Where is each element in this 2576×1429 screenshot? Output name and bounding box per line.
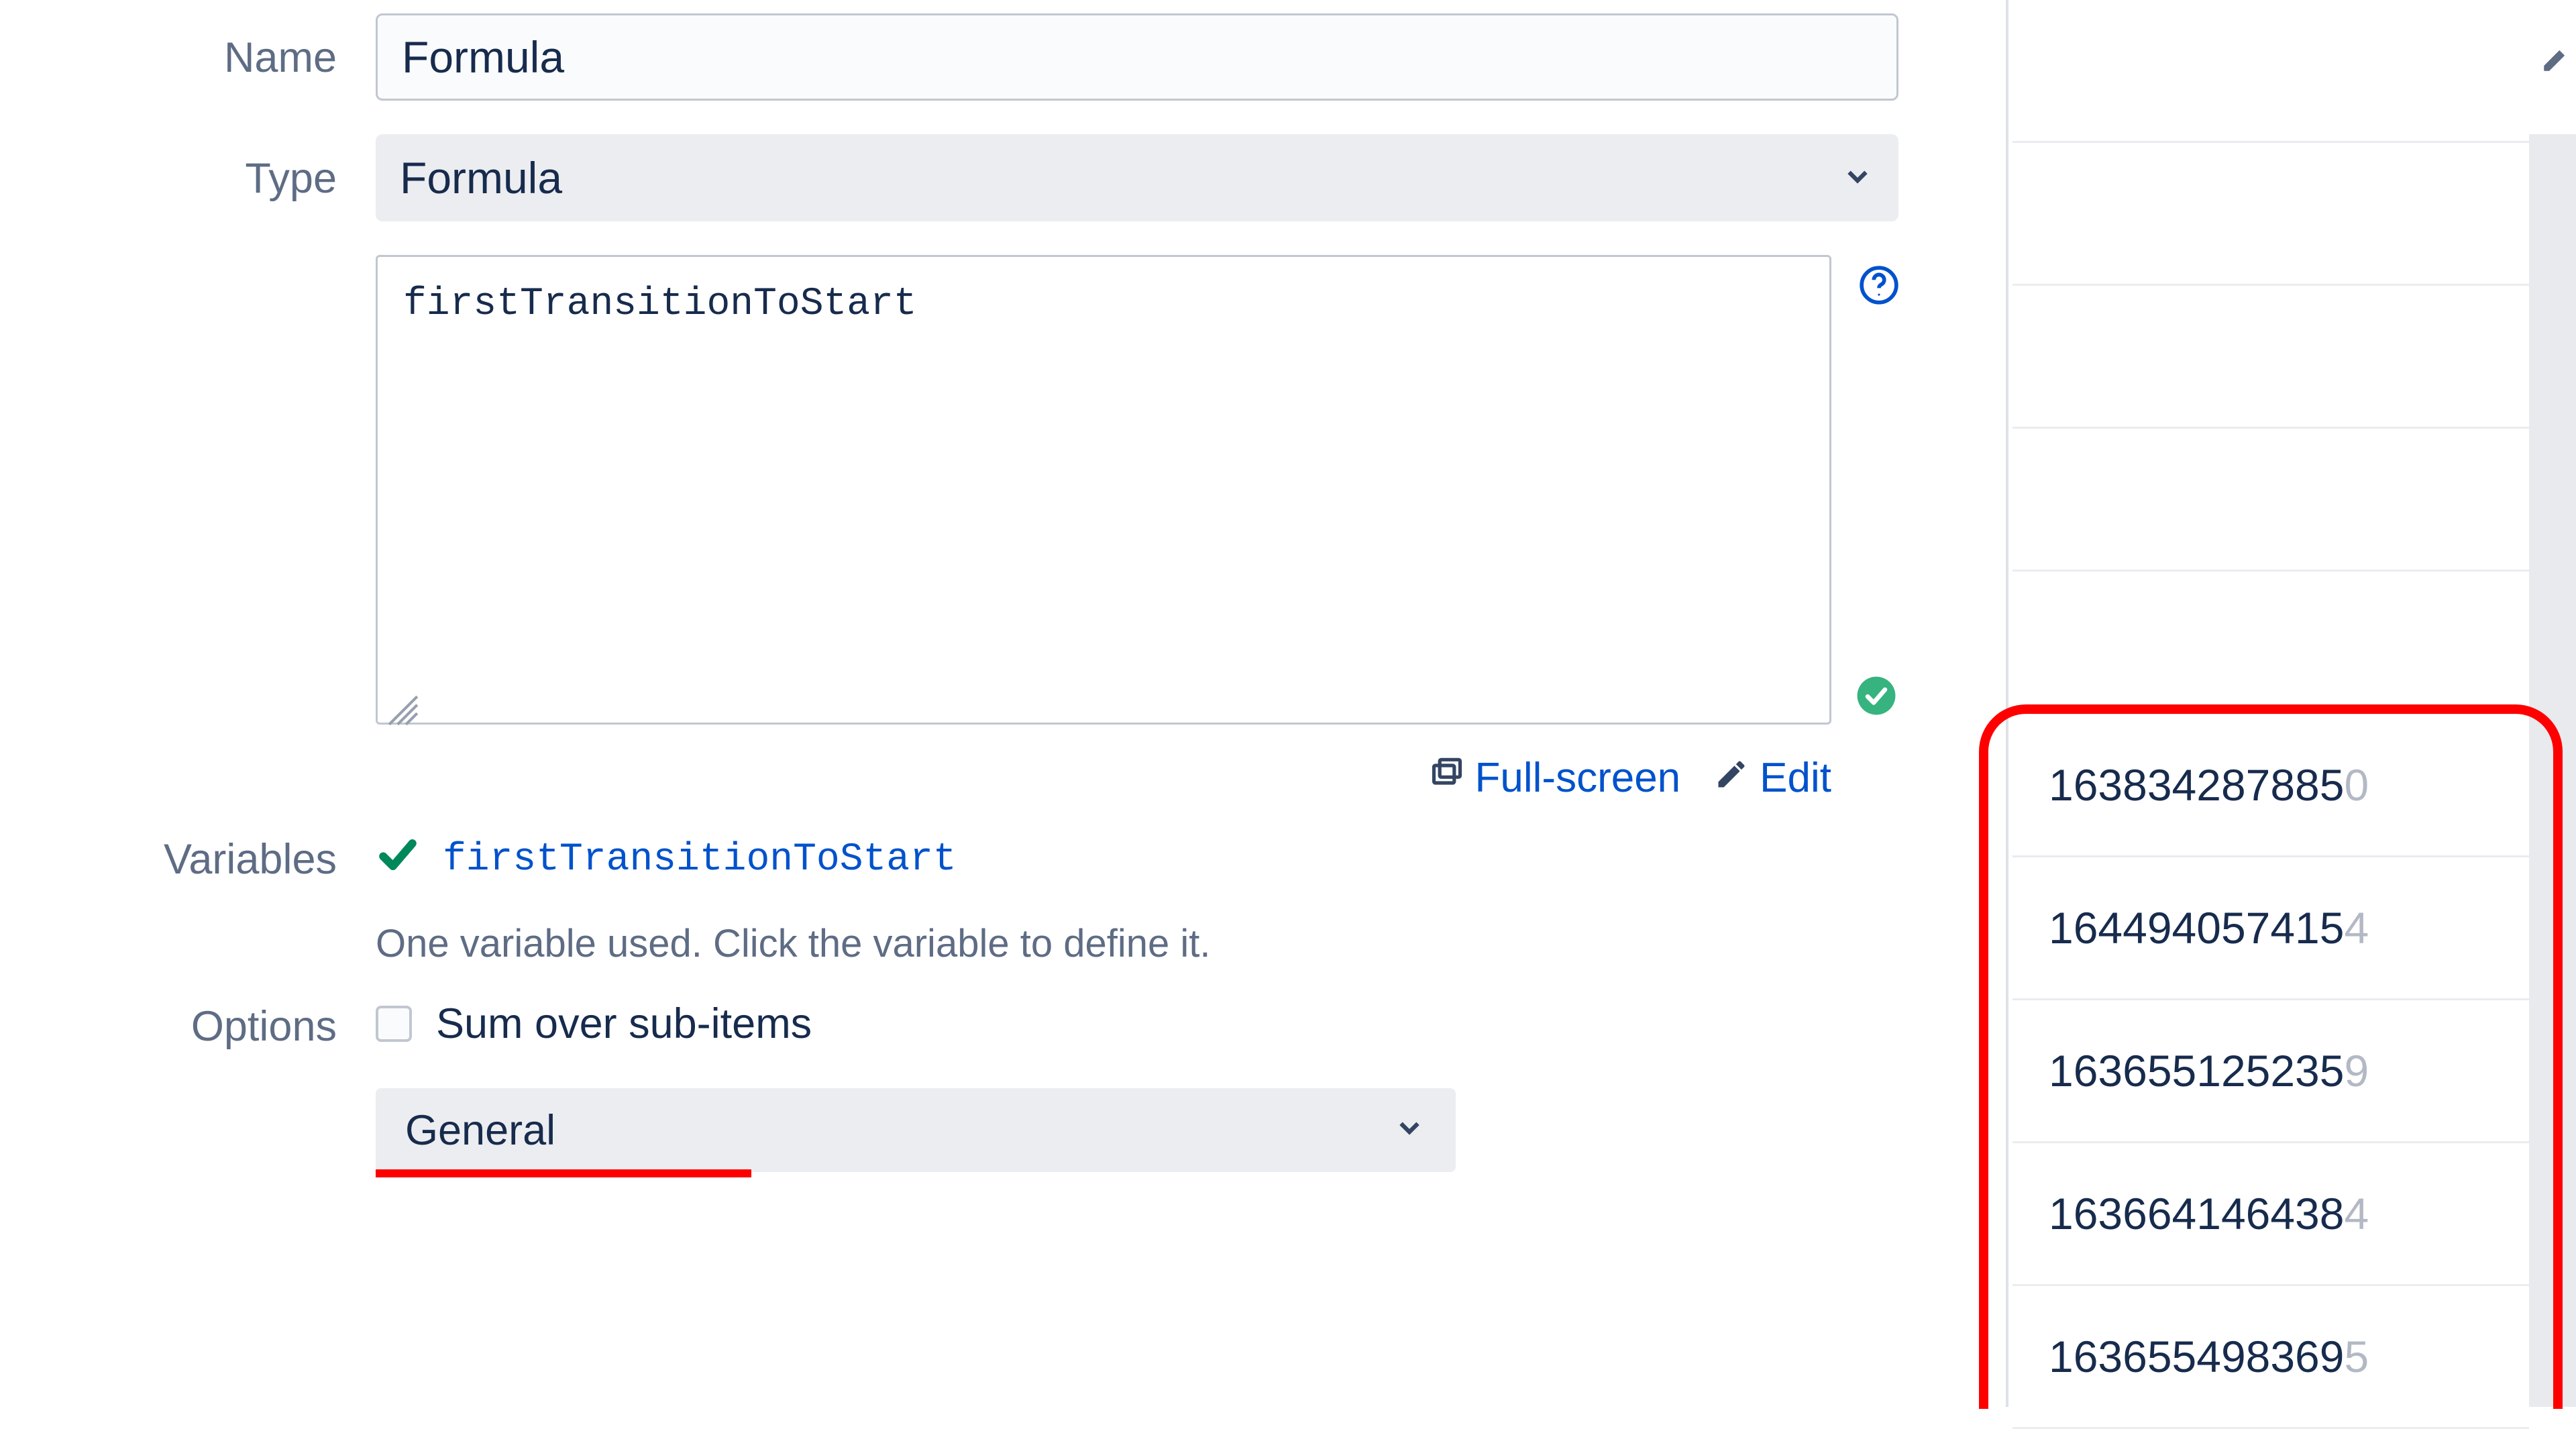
fullscreen-label: Full-screen bbox=[1475, 754, 1681, 802]
type-select-value: Formula bbox=[400, 152, 562, 203]
sum-checkbox-label: Sum over sub-items bbox=[436, 1000, 812, 1048]
variables-label: Variables bbox=[0, 835, 376, 884]
type-select[interactable]: Formula bbox=[376, 134, 1898, 221]
fullscreen-icon bbox=[1430, 754, 1464, 802]
check-icon bbox=[376, 835, 420, 884]
sum-checkbox[interactable] bbox=[376, 1006, 412, 1042]
variable-link[interactable]: firstTransitionToStart bbox=[443, 838, 957, 882]
result-cell bbox=[2012, 0, 2529, 143]
name-label: Name bbox=[0, 13, 376, 82]
result-cell bbox=[2012, 429, 2529, 572]
result-cell: 1636641464384 bbox=[2012, 1143, 2529, 1286]
panel-divider bbox=[2006, 0, 2008, 1407]
resize-grip-icon[interactable] bbox=[386, 692, 420, 726]
type-label: Type bbox=[0, 134, 376, 203]
formula-textarea[interactable] bbox=[376, 255, 1831, 725]
chevron-down-icon bbox=[1841, 152, 1874, 203]
fullscreen-button[interactable]: Full-screen bbox=[1430, 754, 1681, 802]
result-cell bbox=[2012, 286, 2529, 429]
result-cell bbox=[2012, 572, 2529, 714]
edit-column-icon[interactable] bbox=[2540, 40, 2573, 85]
result-cell: 1638342878850 bbox=[2012, 714, 2529, 857]
help-icon[interactable] bbox=[1858, 264, 1900, 306]
options-select-value: General bbox=[405, 1106, 555, 1155]
edit-button[interactable]: Edit bbox=[1714, 754, 1831, 802]
options-label: Options bbox=[0, 1000, 376, 1051]
check-circle-icon bbox=[1856, 675, 1897, 717]
result-cell: 1636554983695 bbox=[2012, 1286, 2529, 1429]
options-select[interactable]: General bbox=[376, 1088, 1456, 1172]
name-input[interactable] bbox=[376, 13, 1898, 101]
result-cell: 1644940574154 bbox=[2012, 857, 2529, 1000]
result-cell bbox=[2012, 143, 2529, 286]
results-column: 1638342878850164494057415416365512523591… bbox=[2012, 0, 2529, 1429]
variables-hint: One variable used. Click the variable to… bbox=[376, 921, 2006, 966]
scrollbar-track[interactable] bbox=[2529, 134, 2576, 1407]
result-cell: 1636551252359 bbox=[2012, 1000, 2529, 1143]
annotation-underline bbox=[376, 1169, 751, 1177]
chevron-down-icon bbox=[1393, 1106, 1426, 1155]
pencil-icon bbox=[1714, 754, 1749, 802]
form-panel: Name Type Formula bbox=[0, 0, 2006, 1407]
edit-label: Edit bbox=[1760, 754, 1831, 802]
